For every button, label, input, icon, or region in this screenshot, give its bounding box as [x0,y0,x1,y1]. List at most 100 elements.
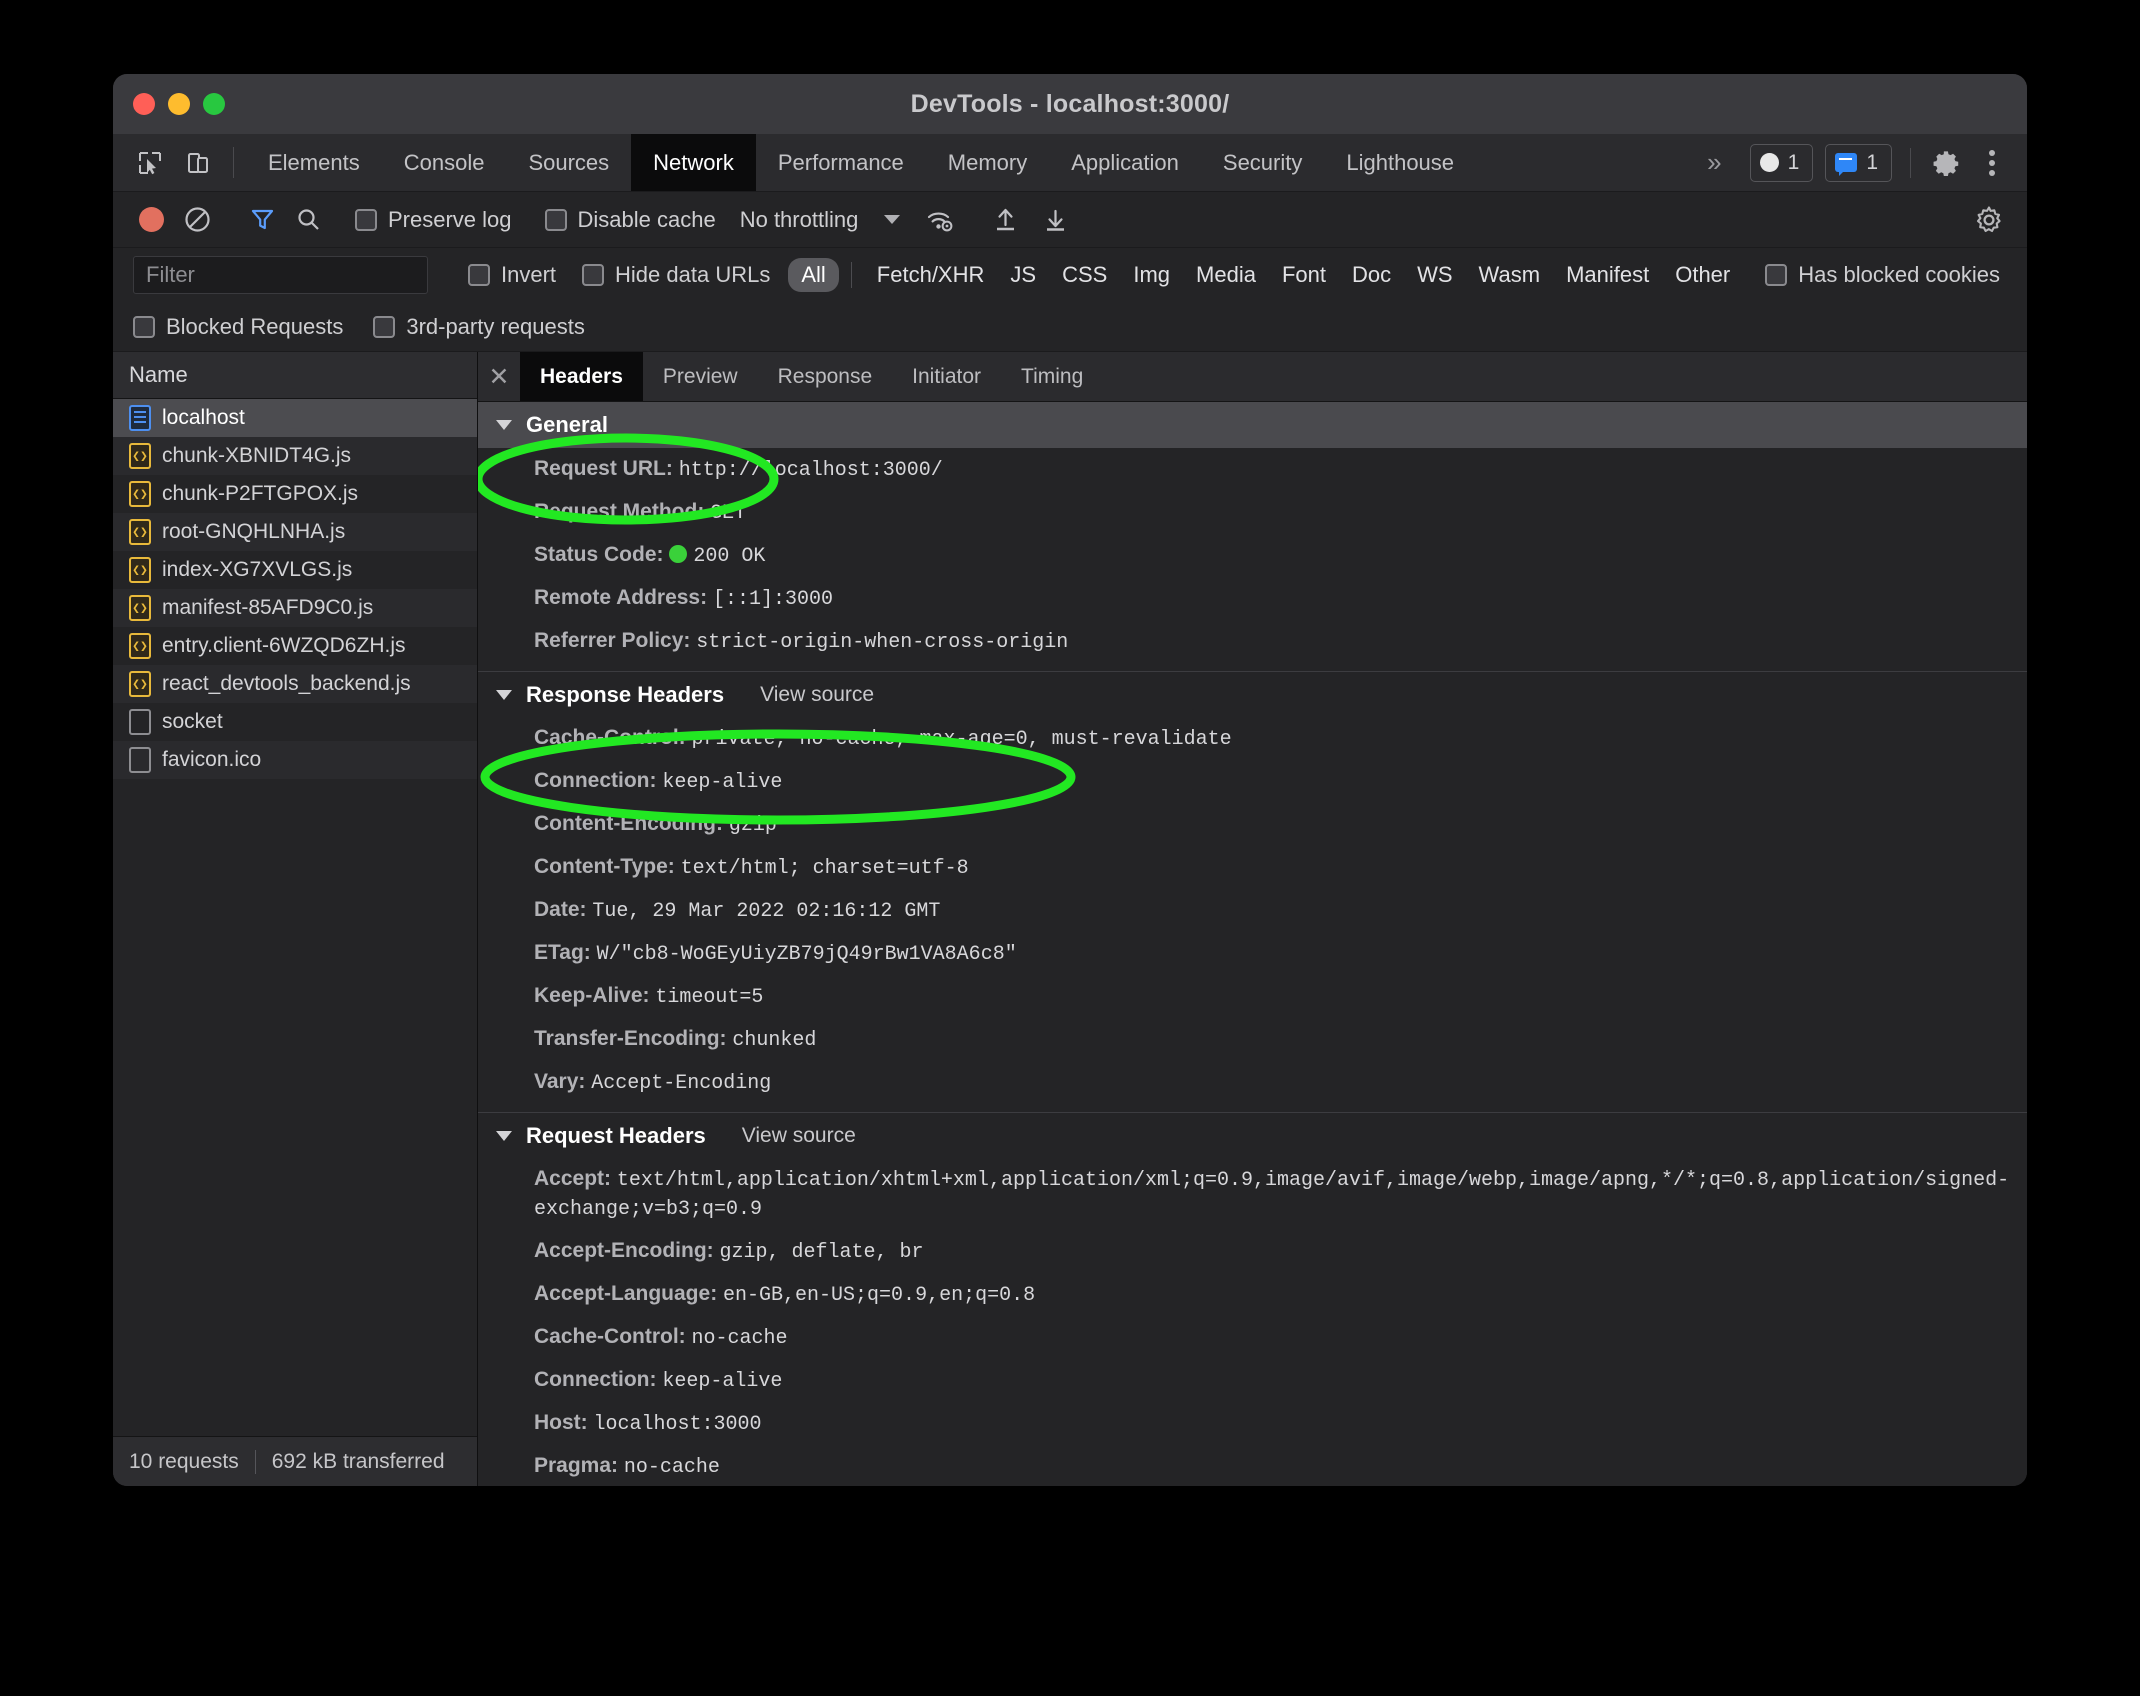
disable-cache-box[interactable] [544,208,567,231]
tab-timing[interactable]: Timing [1001,352,1103,401]
blocked-requests-checkbox[interactable]: Blocked Requests [133,314,343,340]
header-key: Accept: [534,1167,612,1190]
view-source-link[interactable]: View source [760,683,874,707]
filter-type-js[interactable]: JS [997,258,1049,292]
more-tabs-icon[interactable]: » [1691,147,1737,178]
has-blocked-cookies-box[interactable] [1765,264,1788,286]
disable-cache-label: Disable cache [577,206,716,232]
header-row: Connection: keep-alive [478,1359,2027,1402]
header-row: Request URL: http://localhost:3000/ [478,448,2027,491]
header-key: Connection: [534,769,657,792]
section-general-header[interactable]: General [478,402,2027,448]
blocked-requests-box[interactable] [133,315,155,338]
close-icon[interactable]: ✕ [478,352,520,401]
tab-preview[interactable]: Preview [643,352,758,401]
filter-type-other[interactable]: Other [1662,258,1743,292]
list-item[interactable]: ❮❯ index-XG7XVLGS.js [113,551,477,589]
has-blocked-cookies-checkbox[interactable]: Has blocked cookies [1765,262,2000,288]
headers-content: General Request URL: http://localhost:30… [478,402,2027,1486]
filter-type-font[interactable]: Font [1269,258,1339,292]
invert-box[interactable] [468,264,490,286]
third-party-requests-checkbox[interactable]: 3rd-party requests [373,314,585,340]
hide-data-urls-box[interactable] [582,264,605,286]
list-item[interactable]: socket [113,703,477,741]
network-conditions-icon[interactable] [922,202,958,238]
header-row: Request Method: GET [478,491,2027,534]
message-badge[interactable]: 1 [1825,143,1892,182]
header-key: Connection: [534,1368,657,1391]
request-name: localhost [162,406,245,429]
tab-memory[interactable]: Memory [926,134,1049,191]
clear-button[interactable] [179,202,215,238]
header-row-etag: ETag: W/"cb8-WoGEyUiyZB79jQ49rBw1VA8A6c8… [478,932,2027,975]
filter-type-doc[interactable]: Doc [1339,258,1404,292]
tab-console[interactable]: Console [382,134,507,191]
list-item[interactable]: favicon.ico [113,741,477,779]
tab-elements[interactable]: Elements [246,134,382,191]
filter-type-all[interactable]: All [788,258,839,292]
preserve-log-checkbox[interactable]: Preserve log [355,207,512,233]
tab-sources[interactable]: Sources [506,134,631,191]
inspect-element-icon[interactable] [133,146,167,180]
filter-type-wasm[interactable]: Wasm [1466,258,1554,292]
tab-network[interactable]: Network [631,134,756,191]
list-item[interactable]: ❮❯ entry.client-6WZQD6ZH.js [113,627,477,665]
filter-input[interactable] [133,256,428,294]
column-header-name[interactable]: Name [113,352,477,399]
disable-cache-checkbox[interactable]: Disable cache [544,206,716,233]
header-row: Date: Tue, 29 Mar 2022 02:16:12 GMT [478,889,2027,932]
list-item[interactable]: ❮❯ manifest-85AFD9C0.js [113,589,477,627]
hide-data-urls-checkbox[interactable]: Hide data URLs [582,262,770,288]
list-item[interactable]: ❮❯ chunk-P2FTGPOX.js [113,475,477,513]
header-key: Remote Address: [534,586,708,609]
filter-type-media[interactable]: Media [1183,258,1269,292]
tab-lighthouse[interactable]: Lighthouse [1324,134,1476,191]
tab-application[interactable]: Application [1049,134,1201,191]
devtools-tab-strip: Elements Console Sources Network Perform… [113,134,2027,192]
list-item[interactable]: localhost [113,399,477,437]
filter-type-fetch-xhr[interactable]: Fetch/XHR [864,258,998,292]
filter-type-ws[interactable]: WS [1404,258,1465,292]
filter-type-manifest[interactable]: Manifest [1553,258,1662,292]
network-settings-gear-icon[interactable] [1971,202,2007,238]
throttling-select[interactable]: No throttling [740,207,859,233]
invert-checkbox[interactable]: Invert [468,262,556,288]
preserve-log-label: Preserve log [388,206,512,232]
settings-gear-icon[interactable] [1929,146,1963,180]
header-value: Accept-Encoding [591,1072,772,1095]
list-item[interactable]: ❮❯ react_devtools_backend.js [113,665,477,703]
preserve-log-box[interactable] [355,208,377,231]
filter-type-css[interactable]: CSS [1049,258,1120,292]
tab-security[interactable]: Security [1201,134,1324,191]
filter-divider [850,262,852,288]
chevron-down-icon[interactable] [884,215,901,224]
tab-headers[interactable]: Headers [520,352,643,401]
header-value: strict-origin-when-cross-origin [696,631,1069,654]
script-icon: ❮❯ [129,633,151,659]
list-item[interactable]: ❮❯ root-GNQHLNHA.js [113,513,477,551]
tab-response[interactable]: Response [758,352,893,401]
header-key: ETag: [534,941,591,964]
warning-badge[interactable]: 1 [1749,143,1814,182]
record-button[interactable] [133,202,169,238]
section-response-headers-header[interactable]: Response Headers View source [478,671,2027,717]
tab-strip-tools [113,134,221,191]
more-options-icon[interactable] [1975,149,2009,176]
search-icon[interactable] [290,202,326,238]
toggle-device-toolbar-icon[interactable] [181,146,215,180]
tab-initiator[interactable]: Initiator [892,352,1001,401]
request-list: localhost ❮❯ chunk-XBNIDT4G.js ❮❯ chunk-… [113,399,477,1436]
filter-type-img[interactable]: Img [1120,258,1183,292]
tab-performance[interactable]: Performance [756,134,926,191]
filter-funnel-icon[interactable] [244,202,280,238]
transferred-size: 692 kB transferred [271,1449,445,1473]
import-har-icon[interactable] [987,202,1023,238]
filter-bar: Invert Hide data URLs All Fetch/XHR JS C… [113,248,2027,302]
list-item[interactable]: ❮❯ chunk-XBNIDT4G.js [113,437,477,475]
section-title: Request Headers [526,1122,706,1148]
export-har-icon[interactable] [1037,202,1073,238]
view-source-link[interactable]: View source [742,1124,856,1148]
section-request-headers-header[interactable]: Request Headers View source [478,1112,2027,1158]
third-party-requests-box[interactable] [373,315,396,338]
header-key: Host: [534,1411,588,1434]
